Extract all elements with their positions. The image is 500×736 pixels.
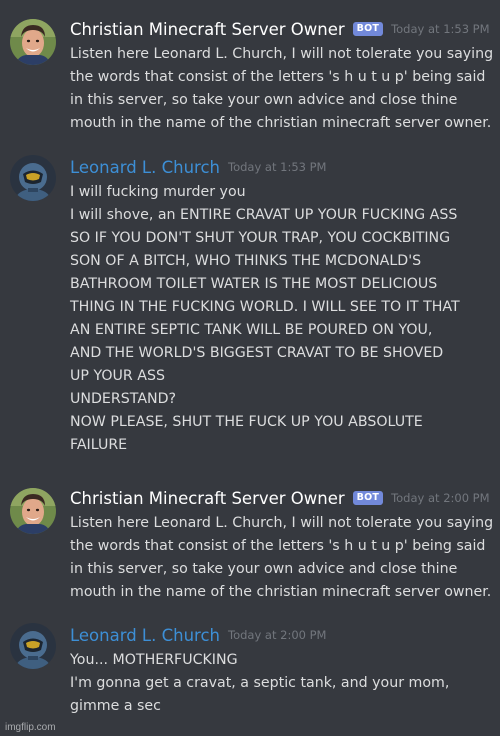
- username-church[interactable]: Leonard L. Church: [70, 158, 220, 177]
- message-line: SO IF YOU DON'T SHUT YOUR TRAP, YOU COCK…: [70, 230, 451, 246]
- message-line: SON OF A BITCH, WHO THINKS THE MCDONALD'…: [70, 253, 422, 269]
- message-line: AND THE WORLD'S BIGGEST CRAVAT TO BE SHO…: [70, 345, 444, 361]
- timestamp[interactable]: Today at 2:00 PM: [228, 628, 326, 642]
- message-line: the words that consist of the letters 's…: [70, 69, 486, 85]
- message-line: THING IN THE FUCKING WORLD. I WILL SEE T…: [70, 299, 460, 315]
- avatar[interactable]: [10, 488, 56, 534]
- message-line: mouth in the name of the christian minec…: [70, 584, 492, 600]
- username-owner[interactable]: Christian Minecraft Server Owner: [70, 489, 345, 508]
- smiling-man-avatar-icon: [10, 488, 56, 534]
- message-line: UP YOUR ASS: [70, 368, 165, 384]
- message-content: I will fucking murder you I will shove, …: [70, 181, 496, 457]
- chat-message-list: Christian Minecraft Server Owner BOT Tod…: [0, 0, 500, 736]
- message-line: NOW PLEASE, SHUT THE FUCK UP YOU ABSOLUT…: [70, 414, 423, 430]
- bot-badge: BOT: [352, 491, 384, 505]
- avatar[interactable]: [10, 623, 56, 669]
- message-line: the words that consist of the letters 's…: [70, 538, 486, 554]
- timestamp[interactable]: Today at 1:53 PM: [391, 22, 489, 36]
- timestamp[interactable]: Today at 2:00 PM: [391, 491, 489, 505]
- timestamp[interactable]: Today at 1:53 PM: [228, 160, 326, 174]
- message-line: in this server, so take your own advice …: [70, 561, 458, 577]
- message-line: You... MOTHERFUCKING: [70, 652, 238, 668]
- message-header: Christian Minecraft Server Owner BOT Tod…: [70, 486, 490, 510]
- message-line: UNDERSTAND?: [70, 391, 177, 407]
- avatar[interactable]: [10, 155, 56, 201]
- message-content: You... MOTHERFUCKING I'm gonna get a cra…: [70, 649, 496, 718]
- bot-badge: BOT: [352, 22, 384, 36]
- message-content: Listen here Leonard L. Church, I will no…: [70, 512, 496, 604]
- message-line: I'm gonna get a cravat, a septic tank, a…: [70, 675, 450, 691]
- message-header: Christian Minecraft Server Owner BOT Tod…: [70, 17, 490, 41]
- smiling-man-avatar-icon: [10, 19, 56, 65]
- message-line: AN ENTIRE SEPTIC TANK WILL BE POURED ON …: [70, 322, 433, 338]
- username-owner[interactable]: Christian Minecraft Server Owner: [70, 20, 345, 39]
- message-line: BATHROOM TOILET WATER IS THE MOST DELICI…: [70, 276, 438, 292]
- message-line: in this server, so take your own advice …: [70, 92, 458, 108]
- avatar[interactable]: [10, 19, 56, 65]
- message-line: mouth in the name of the christian minec…: [70, 115, 492, 131]
- message-line: I will fucking murder you: [70, 184, 246, 200]
- message-line: FAILURE: [70, 437, 128, 453]
- message-header: Leonard L. Church Today at 1:53 PM: [70, 155, 326, 179]
- message-line: I will shove, an ENTIRE CRAVAT UP YOUR F…: [70, 207, 458, 223]
- message-header: Leonard L. Church Today at 2:00 PM: [70, 623, 326, 647]
- message-line: Listen here Leonard L. Church, I will no…: [70, 46, 494, 62]
- message-content: Listen here Leonard L. Church, I will no…: [70, 43, 496, 135]
- armored-helmet-avatar-icon: [10, 623, 56, 669]
- message-line: gimme a sec: [70, 698, 161, 714]
- watermark: imgflip.com: [5, 722, 56, 733]
- message-line: Listen here Leonard L. Church, I will no…: [70, 515, 494, 531]
- armored-helmet-avatar-icon: [10, 155, 56, 201]
- username-church[interactable]: Leonard L. Church: [70, 626, 220, 645]
